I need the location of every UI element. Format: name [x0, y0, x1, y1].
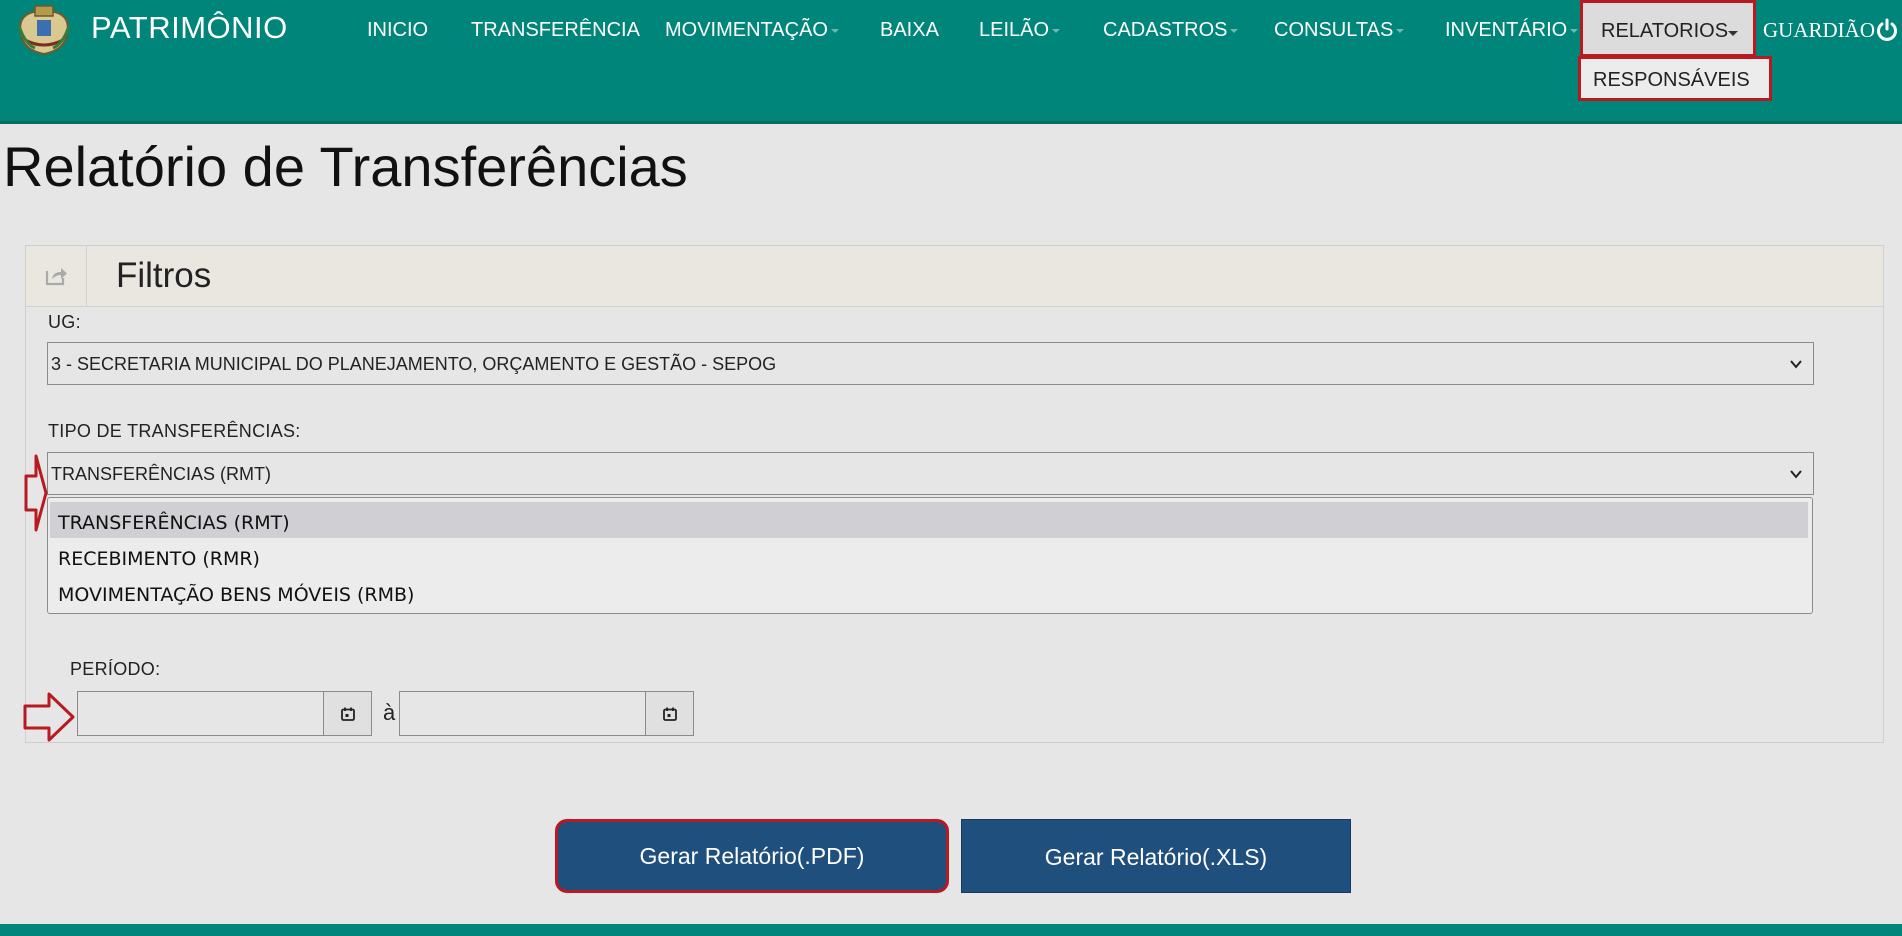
app-title[interactable]: PATRIMÔNIO — [91, 10, 288, 46]
nav-transferencia[interactable]: TRANSFERÊNCIA — [471, 19, 640, 42]
share-icon — [45, 268, 67, 286]
nav-relatorios[interactable]: RELATORIOS — [1580, 0, 1756, 57]
periodo-label: PERÍODO: — [70, 659, 161, 679]
chevron-down-icon — [1396, 28, 1405, 33]
calendar-icon — [341, 707, 355, 721]
nav-cadastros[interactable]: CADASTROS — [1103, 19, 1239, 42]
chevron-down-icon — [1790, 470, 1802, 479]
tipo-label: TIPO DE TRANSFERÊNCIAS: — [48, 421, 301, 441]
pointer-arrow-icon — [24, 454, 48, 532]
period-separator: à — [383, 700, 396, 725]
nav-inicio[interactable]: INICIO — [367, 19, 428, 42]
filters-title: Filtros — [116, 256, 212, 295]
collapse-toggle[interactable] — [26, 246, 87, 306]
generate-pdf-button[interactable]: Gerar Relatório(.PDF) — [555, 819, 949, 893]
period-end-input[interactable] — [399, 691, 646, 736]
ug-select[interactable]: 3 - SECRETARIA MUNICIPAL DO PLANEJAMENTO… — [47, 342, 1814, 385]
option-rmb[interactable]: MOVIMENTAÇÃO BENS MÓVEIS (RMB) — [50, 574, 1808, 610]
option-rmt[interactable]: TRANSFERÊNCIAS (RMT) — [50, 502, 1808, 538]
tipo-dropdown-list: TRANSFERÊNCIAS (RMT) RECEBIMENTO (RMR) M… — [47, 497, 1813, 614]
power-icon[interactable] — [1875, 18, 1899, 42]
generate-xls-button[interactable]: Gerar Relatório(.XLS) — [961, 819, 1351, 893]
tipo-select[interactable]: TRANSFERÊNCIAS (RMT) — [47, 452, 1814, 495]
filters-header: Filtros — [26, 246, 1883, 307]
chevron-down-icon — [1570, 28, 1579, 33]
top-navbar: PATRIMÔNIO INICIO TRANSFERÊNCIA MOVIMENT… — [0, 0, 1902, 124]
period-start-input[interactable] — [77, 691, 324, 736]
user-name[interactable]: GUARDIÃO — [1763, 18, 1875, 43]
nav-baixa[interactable]: BAIXA — [880, 19, 939, 42]
page-title: Relatório de Transferências — [3, 135, 688, 198]
period-start-calendar-button[interactable] — [323, 691, 372, 736]
footer-bar — [0, 924, 1902, 936]
nav-inventario[interactable]: INVENTÁRIO — [1445, 19, 1579, 42]
chevron-down-icon — [1052, 28, 1061, 33]
nav-consultas[interactable]: CONSULTAS — [1274, 19, 1405, 42]
chevron-down-icon — [1790, 360, 1802, 369]
ug-label: UG: — [48, 312, 81, 332]
chevron-down-icon — [830, 28, 839, 33]
menu-item-responsaveis[interactable]: RESPONSÁVEIS — [1578, 56, 1772, 101]
pointer-arrow-icon — [23, 692, 75, 742]
nav-leilao[interactable]: LEILÃO — [979, 19, 1061, 42]
caret-down-icon — [1728, 31, 1738, 36]
coat-of-arms-logo — [17, 5, 71, 56]
option-rmr[interactable]: RECEBIMENTO (RMR) — [50, 538, 1808, 574]
chevron-down-icon — [1230, 28, 1239, 33]
nav-movimentacao[interactable]: MOVIMENTAÇÃO — [665, 19, 839, 42]
calendar-icon — [663, 707, 677, 721]
period-end-calendar-button[interactable] — [645, 691, 694, 736]
